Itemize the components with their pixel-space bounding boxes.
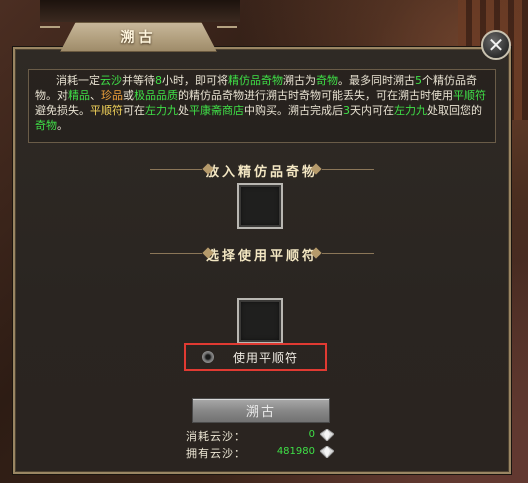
background-roof (40, 0, 240, 22)
description-fragment: 的精仿品奇物进行溯古时奇物可能丢失，可在溯古时使用 (178, 89, 453, 102)
description-fragment: 精品 (68, 89, 90, 102)
description-fragment: 珍品 (101, 89, 123, 102)
description-fragment: 云沙 (99, 74, 122, 87)
description-text: 消耗一定云沙并等待8小时，即可将精仿品奇物溯古为奇物。最多同时溯古5个精仿品奇物… (35, 74, 486, 132)
description-fragment: 平顺符 (453, 89, 486, 102)
description-fragment: 平顺符 (90, 104, 123, 117)
description-fragment: 避免损失。 (35, 104, 90, 117)
description-fragment: 3 (343, 104, 350, 117)
consume-value: 0 (308, 429, 315, 440)
description-fragment: 溯古为 (282, 74, 316, 87)
restore-button[interactable]: 溯古 (192, 398, 330, 423)
description-fragment: 或 (123, 89, 134, 102)
description-fragment: 处 (178, 104, 189, 117)
description-fragment: 消耗一定 (55, 74, 100, 87)
section-select-charm: 选择使用平顺符 (150, 244, 374, 264)
section-select-charm-label: 选择使用平顺符 (205, 248, 318, 264)
description-fragment: 天内可在 (350, 104, 394, 117)
description-box: 消耗一定云沙并等待8小时，即可将精仿品奇物溯古为奇物。最多同时溯古5个精仿品奇物… (28, 69, 496, 143)
description-fragment: 可在 (123, 104, 145, 117)
close-button[interactable]: ✕ (481, 30, 511, 60)
divider-line (322, 169, 374, 170)
dialog-title-tab: 溯古 (60, 22, 217, 52)
description-fragment: 极品品质 (134, 89, 178, 102)
item-slot[interactable] (237, 183, 283, 229)
use-charm-label: 使用平顺符 (233, 350, 299, 365)
description-fragment: 、 (90, 89, 101, 102)
description-fragment: 8 (154, 74, 162, 87)
cost-owned-row: 拥有云沙： 481980 (186, 445, 336, 461)
gem-icon (320, 446, 334, 458)
description-fragment: 平康斋商店 (189, 104, 244, 117)
description-fragment: 5 (414, 74, 422, 87)
divider-line (150, 169, 202, 170)
description-fragment: 小时，即可将 (161, 74, 228, 87)
cost-consume-row: 消耗云沙： 0 (186, 428, 336, 444)
description-fragment: 。最多同时溯古 (337, 74, 415, 87)
title-ornament-right (217, 26, 237, 44)
divider-line (322, 253, 374, 254)
description-fragment: 。 (57, 119, 68, 132)
radio-icon[interactable] (202, 351, 214, 363)
description-fragment: 左力九 (145, 104, 178, 117)
consume-label: 消耗云沙： (186, 430, 246, 443)
title-ornament-left (40, 26, 60, 44)
use-charm-option[interactable]: 使用平顺符 (184, 343, 327, 371)
owned-value: 481980 (276, 446, 315, 457)
divider-line (150, 253, 202, 254)
charm-slot[interactable] (237, 298, 283, 344)
close-icon: ✕ (487, 33, 505, 57)
description-fragment: 处取回您的 (427, 104, 482, 117)
description-fragment: 并等待 (121, 74, 155, 87)
section-place-item-label: 放入精仿品奇物 (205, 164, 318, 180)
owned-label: 拥有云沙： (186, 447, 246, 460)
description-fragment: 奇物 (35, 119, 57, 132)
dialog-title: 溯古 (120, 30, 157, 46)
description-fragment: 精仿品奇物 (227, 74, 283, 87)
description-fragment: 奇物 (315, 74, 338, 87)
description-fragment: 左力九 (394, 104, 427, 117)
section-place-item: 放入精仿品奇物 (150, 160, 374, 180)
gem-icon (320, 429, 334, 441)
description-fragment: 中购买。溯古完成后 (244, 104, 343, 117)
